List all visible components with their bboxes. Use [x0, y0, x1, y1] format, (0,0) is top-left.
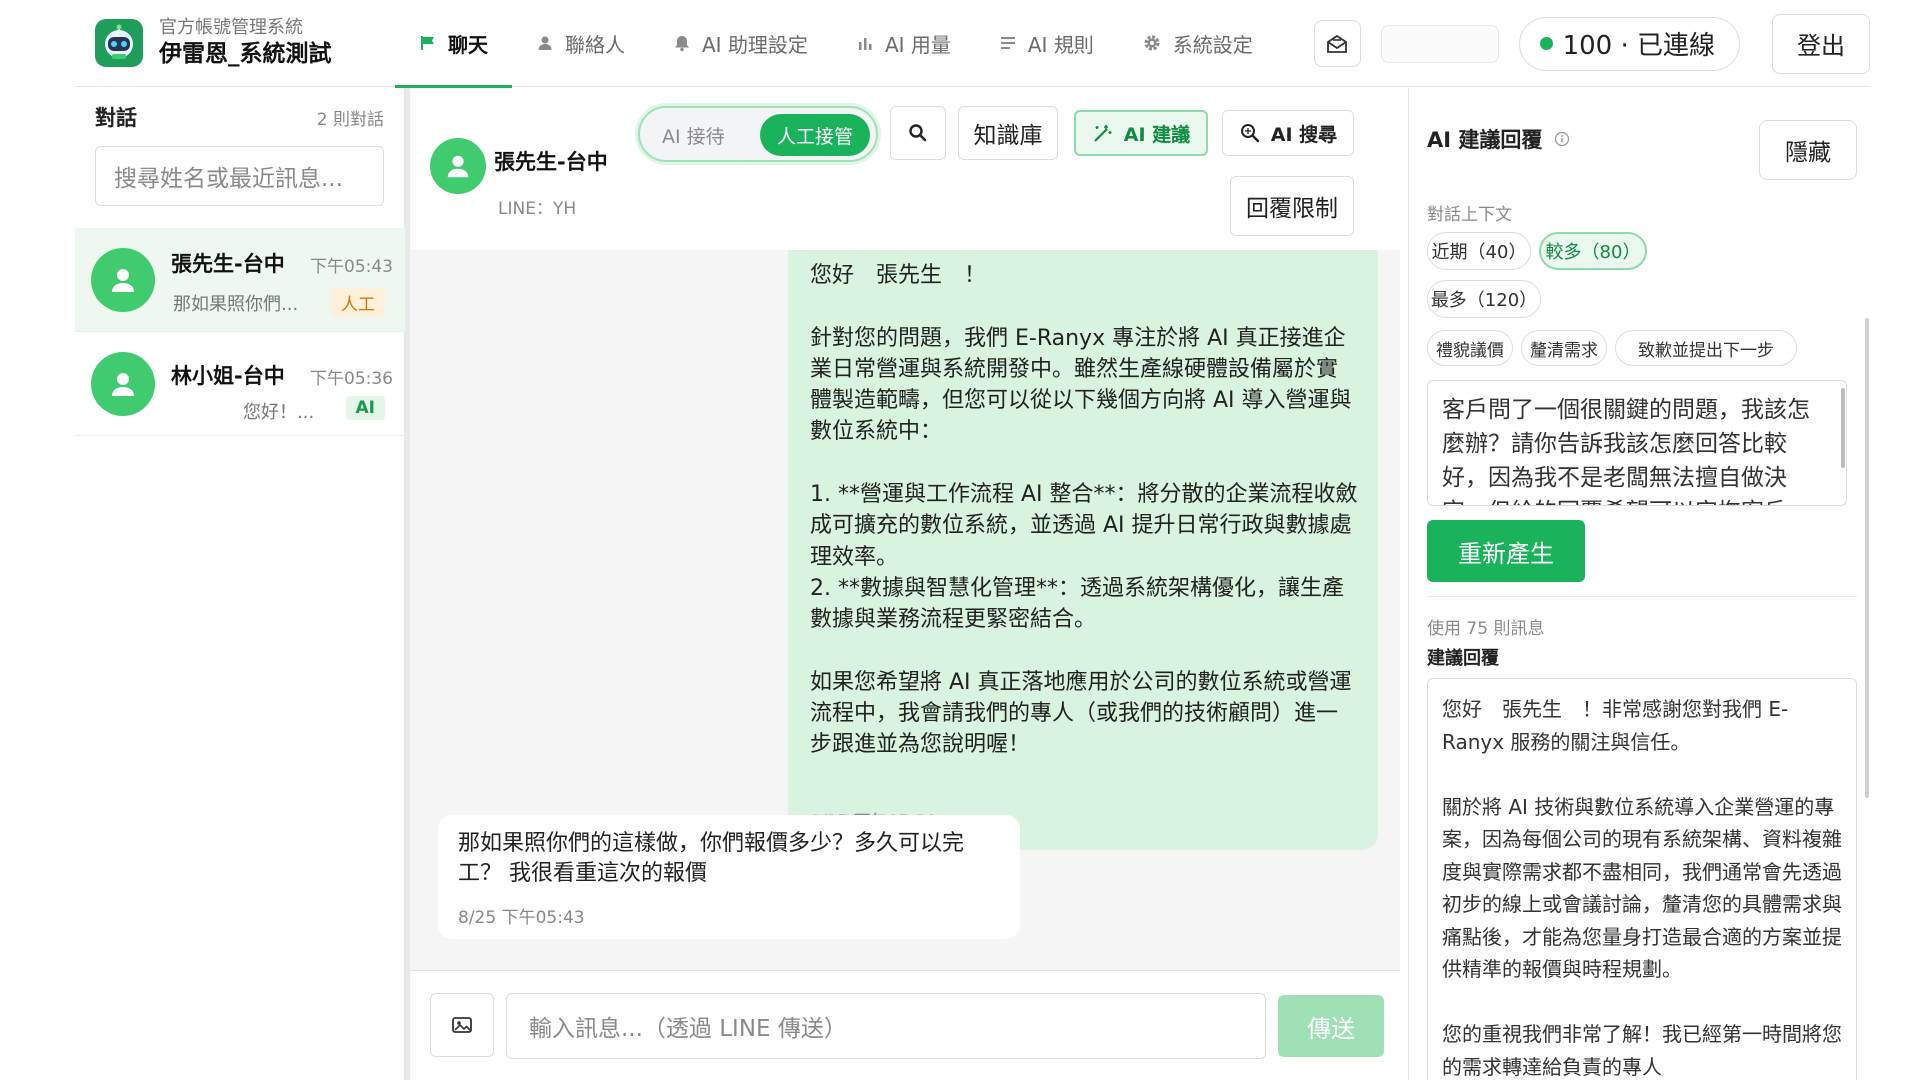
ai-suggestion-panel: AI 建議回覆 隱藏 對話上下文 近期（40） 較多（80） 最多（120） 禮… [1408, 88, 1870, 1080]
message-composer: 輸入訊息...（透過 LINE 傳送） 傳送 [410, 970, 1400, 1080]
context-option-recent[interactable]: 近期（40） [1427, 232, 1531, 270]
header-actions: 100 · 已連線 登出 [1313, 0, 1870, 87]
style-option-apologize-next-step[interactable]: 致歉並提出下一步 [1615, 330, 1797, 366]
avatar [91, 352, 155, 416]
chat-channel-label: LINE：YH [498, 199, 577, 219]
ai-prompt-textarea[interactable]: 客戶問了一個很關鍵的問題，我該怎麼辦？請你告訴我該怎麼回答比較好，因為我不是老闆… [1427, 380, 1847, 506]
incoming-message-bubble: 那如果照你們的這樣做，你們報價多少？多久可以完工？ 我很看重這次的報價 8/25… [438, 815, 1020, 939]
incoming-message-text: 那如果照你們的這樣做，你們報價多少？多久可以完工？ 我很看重這次的報價 [458, 831, 965, 886]
app-root: 官方帳號管理系統 伊雷恩_系統測試 聊天 聯絡人 AI 助理設定 AI 用量 A… [0, 0, 1920, 1080]
brand-title: 伊雷恩_系統測試 [159, 41, 332, 67]
person-icon [536, 34, 554, 52]
logout-button[interactable]: 登出 [1772, 13, 1870, 74]
prompt-scrollbar[interactable] [1841, 388, 1845, 468]
chat-contact-name: 張先生-台中 [494, 150, 608, 174]
robot-logo-icon [95, 19, 143, 67]
flag-icon [419, 34, 437, 52]
brand: 官方帳號管理系統 伊雷恩_系統測試 [95, 17, 395, 69]
conversation-search-input[interactable]: 搜尋姓名或最近訊息... [95, 146, 384, 206]
main-nav: 聊天 聯絡人 AI 助理設定 AI 用量 AI 規則 系統設定 [395, 0, 1277, 88]
info-icon[interactable] [1554, 131, 1570, 147]
gear-icon [1142, 33, 1162, 53]
context-option-most[interactable]: 最多（120） [1427, 280, 1541, 318]
status-badge-ai: AI [345, 396, 385, 420]
outgoing-message-text: 您好 張先生 ！ 針對您的問題，我們 E-Ranyx 專注於將 AI 真正接進企… [810, 263, 1358, 758]
bell-icon [673, 34, 691, 52]
conversation-count: 2 則對話 [316, 109, 384, 130]
reply-limit-button[interactable]: 回覆限制 [1230, 176, 1354, 236]
mode-human-option[interactable]: 人工接管 [760, 114, 870, 156]
image-icon [451, 1014, 473, 1036]
ai-search-label: AI 搜尋 [1270, 123, 1338, 146]
chat-panel: 您好 張先生 ！ 針對您的問題，我們 E-Ranyx 專注於將 AI 真正接進企… [410, 88, 1400, 1080]
top-bar: 官方帳號管理系統 伊雷恩_系統測試 聊天 聯絡人 AI 助理設定 AI 用量 A… [75, 0, 1870, 88]
mode-toggle[interactable]: AI 接待 人工接管 [638, 106, 878, 162]
nav-ai-assistant-settings[interactable]: AI 助理設定 [649, 0, 832, 87]
context-option-more[interactable]: 較多（80） [1539, 232, 1647, 270]
conversation-item-lin[interactable]: 林小姐-台中 下午05:36 您好！... AI [75, 332, 405, 436]
attach-image-button[interactable] [430, 993, 494, 1057]
list-icon [999, 34, 1017, 52]
nav-contacts[interactable]: 聯絡人 [512, 0, 649, 87]
conversation-preview: 您好！... [243, 402, 315, 423]
magic-wand-icon [1092, 122, 1114, 144]
nav-ai-rules[interactable]: AI 規則 [975, 0, 1118, 87]
outgoing-message-bubble: 您好 張先生 ！ 針對您的問題，我們 E-Ranyx 專注於將 AI 真正接進企… [788, 250, 1378, 850]
conversation-preview: 那如果照你們... [173, 294, 299, 315]
usage-note: 使用 75 則訊息 [1427, 619, 1545, 639]
incoming-message-time: 8/25 下午05:43 [458, 908, 585, 928]
suggestion-label: 建議回覆 [1427, 648, 1499, 669]
conversation-list-panel: 對話 2 則對話 搜尋姓名或最近訊息... 張先生-台中 下午05:43 那如果… [75, 88, 405, 1080]
nav-chat-label: 聊天 [448, 32, 488, 57]
regenerate-button[interactable]: 重新產生 [1427, 520, 1585, 582]
bar-chart-icon [856, 34, 874, 52]
status-dot-icon [1539, 37, 1553, 50]
status-badge-human: 人工 [331, 288, 385, 317]
send-button[interactable]: 傳送 [1278, 995, 1384, 1057]
search-icon [908, 123, 928, 143]
search-sparkle-icon [1239, 122, 1261, 144]
ai-panel-scrollbar[interactable] [1865, 318, 1869, 798]
ai-search-button[interactable]: AI 搜尋 [1222, 110, 1354, 156]
conversation-item-zhang[interactable]: 張先生-台中 下午05:43 那如果照你們... 人工 [75, 228, 405, 332]
style-option-clarify-needs[interactable]: 釐清需求 [1521, 330, 1607, 366]
search-button[interactable] [890, 106, 946, 160]
chat-header: 張先生-台中 LINE：YH AI 接待 人工接管 知識庫 AI 建議 AI 搜… [410, 88, 1400, 250]
context-label: 對話上下文 [1427, 205, 1512, 225]
style-option-polite-bargain[interactable]: 禮貌議價 [1427, 330, 1513, 366]
brand-subtitle: 官方帳號管理系統 [159, 17, 303, 38]
hide-panel-button[interactable]: 隱藏 [1759, 120, 1857, 180]
ai-suggest-label: AI 建議 [1123, 123, 1191, 146]
header-blank-field[interactable] [1380, 24, 1499, 63]
connection-status-text: 100 · 已連線 [1562, 31, 1715, 61]
inbox-button[interactable] [1313, 20, 1361, 67]
nav-chat[interactable]: 聊天 [395, 0, 512, 88]
suggested-reply-text: 您好 張先生 ！非常感謝您對我們 E-Ranyx 服務的關注與信任。 關於將 A… [1442, 697, 1842, 1079]
conversation-name: 林小姐-台中 [171, 364, 285, 388]
mail-open-icon [1325, 32, 1349, 56]
ai-panel-title: AI 建議回覆 [1427, 128, 1543, 152]
nav-system-settings-label: 系統設定 [1172, 32, 1253, 57]
message-area: 您好 張先生 ！ 針對您的問題，我們 E-Ranyx 專注於將 AI 真正接進企… [410, 250, 1400, 970]
divider [1427, 596, 1857, 597]
ai-prompt-text: 客戶問了一個很關鍵的問題，我該怎麼辦？請你告訴我該怎麼回答比較好，因為我不是老闆… [1442, 397, 1810, 505]
knowledge-base-button[interactable]: 知識庫 [958, 106, 1058, 160]
message-input[interactable]: 輸入訊息...（透過 LINE 傳送） [506, 993, 1266, 1059]
nav-system-settings[interactable]: 系統設定 [1118, 0, 1277, 87]
conversation-time: 下午05:36 [310, 369, 393, 389]
nav-contacts-label: 聯絡人 [565, 32, 625, 57]
avatar [430, 138, 486, 194]
mode-ai-option[interactable]: AI 接待 [662, 122, 725, 149]
conversation-name: 張先生-台中 [171, 252, 285, 276]
nav-ai-rules-label: AI 規則 [1027, 32, 1094, 57]
suggested-reply-box[interactable]: 您好 張先生 ！非常感謝您對我們 E-Ranyx 服務的關注與信任。 關於將 A… [1427, 678, 1857, 1080]
connection-status-badge: 100 · 已連線 [1518, 16, 1740, 71]
nav-ai-assistant-label: AI 助理設定 [702, 32, 808, 57]
conversation-time: 下午05:43 [310, 257, 393, 277]
avatar [91, 248, 155, 312]
ai-suggest-button[interactable]: AI 建議 [1074, 110, 1208, 156]
nav-ai-usage[interactable]: AI 用量 [832, 0, 975, 87]
nav-ai-usage-label: AI 用量 [884, 32, 951, 57]
conversation-list-title: 對話 [95, 106, 137, 130]
